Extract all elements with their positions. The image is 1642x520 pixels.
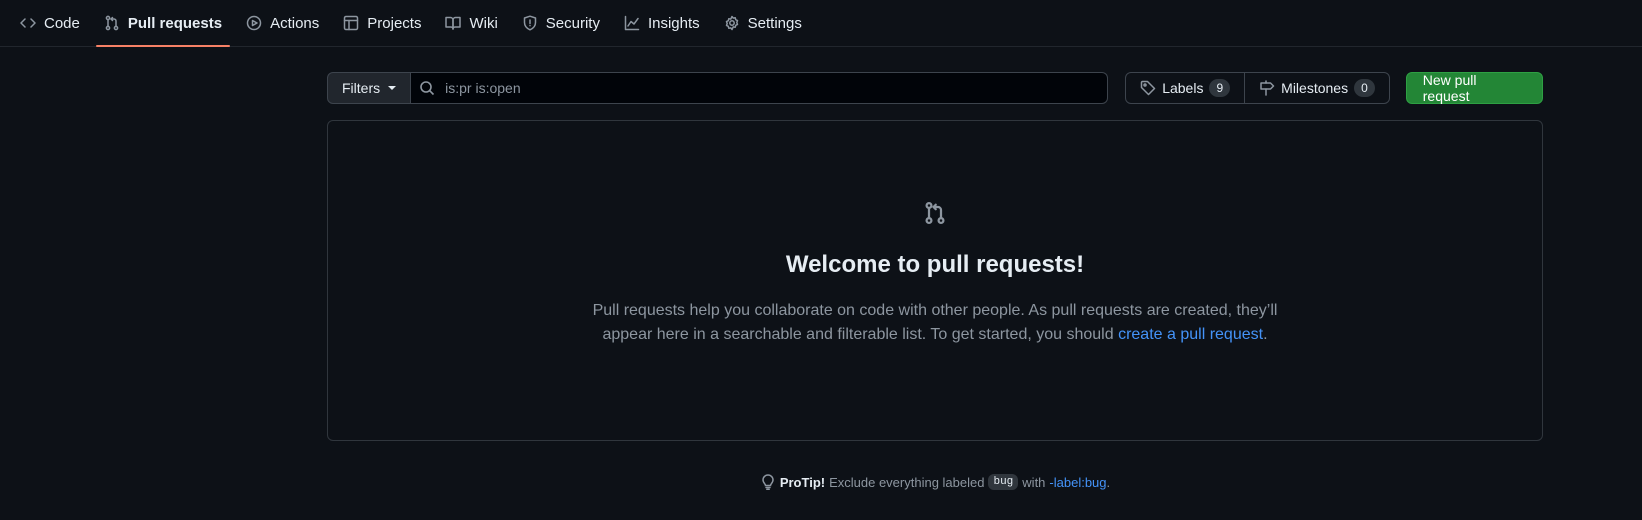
filters-button[interactable]: Filters (327, 72, 412, 104)
pr-toolbar: Filters Labels 9 Milestones 0 New pull r… (327, 72, 1543, 104)
tab-wiki[interactable]: Wiki (437, 0, 505, 46)
create-pull-request-link[interactable]: create a pull request (1118, 326, 1263, 343)
filters-label: Filters (342, 80, 381, 96)
labels-button[interactable]: Labels 9 (1126, 73, 1244, 103)
code-icon (20, 18, 36, 28)
tab-pull-requests[interactable]: Pull requests (95, 0, 231, 47)
labels-milestones-group: Labels 9 Milestones 0 (1125, 72, 1390, 104)
graph-icon (624, 15, 640, 31)
tab-actions[interactable]: Actions (238, 0, 327, 46)
blankslate-title: Welcome to pull requests! (785, 251, 1085, 278)
milestones-count: 0 (1354, 79, 1375, 97)
tab-settings[interactable]: Settings (716, 0, 810, 46)
tab-settings-label: Settings (747, 14, 802, 32)
table-icon (344, 15, 359, 31)
light-bulb-icon (762, 474, 774, 490)
tab-actions-label: Actions (270, 14, 320, 32)
protip-label-code: bug (988, 474, 1019, 490)
protip-text: Exclude everything labeled (829, 474, 985, 490)
labels-label: Labels (1162, 80, 1204, 96)
tab-pull-requests-label: Pull requests (127, 14, 223, 32)
play-icon (246, 15, 262, 31)
tab-security-label: Security (545, 14, 600, 32)
protip-strong: ProTip! (779, 474, 826, 490)
search-icon (420, 81, 435, 96)
blankslate-period: . (1263, 326, 1268, 343)
tag-icon (1140, 80, 1156, 96)
search-box (411, 72, 1109, 104)
new-pull-request-label: New pull request (1422, 72, 1477, 104)
search-input[interactable] (443, 79, 1108, 97)
milestones-label: Milestones (1281, 80, 1349, 96)
protip: ProTip! Exclude everything labeled bug w… (0, 474, 1642, 490)
protip-period: . (1106, 474, 1111, 490)
chevron-down-icon (388, 86, 397, 90)
tab-code-label: Code (44, 14, 80, 32)
blankslate: Welcome to pull requests! Pull requests … (327, 120, 1543, 441)
milestones-button[interactable]: Milestones 0 (1244, 73, 1389, 103)
repo-nav: Code Pull requests Actions Projects Wiki… (0, 0, 1642, 47)
gear-icon (725, 15, 738, 31)
tab-code[interactable]: Code (12, 0, 88, 46)
protip-with: with (1022, 474, 1046, 490)
tab-insights-label: Insights (647, 14, 700, 32)
shield-icon (523, 15, 537, 31)
blankslate-text: Pull requests help you collaborate on co… (585, 299, 1285, 347)
tab-projects-label: Projects (367, 14, 422, 32)
milestone-icon (1260, 80, 1275, 96)
protip-filter-link[interactable]: -label:bug (1049, 475, 1106, 490)
new-pull-request-button[interactable]: New pull request (1405, 72, 1543, 104)
tab-insights[interactable]: Insights (616, 0, 708, 46)
labels-count: 9 (1209, 79, 1231, 97)
tab-security[interactable]: Security (514, 0, 608, 46)
git-pull-request-icon (923, 201, 947, 225)
tab-projects[interactable]: Projects (335, 0, 429, 46)
git-pull-request-icon (105, 15, 119, 31)
book-icon (445, 16, 462, 30)
tab-wiki-label: Wiki (469, 14, 498, 32)
